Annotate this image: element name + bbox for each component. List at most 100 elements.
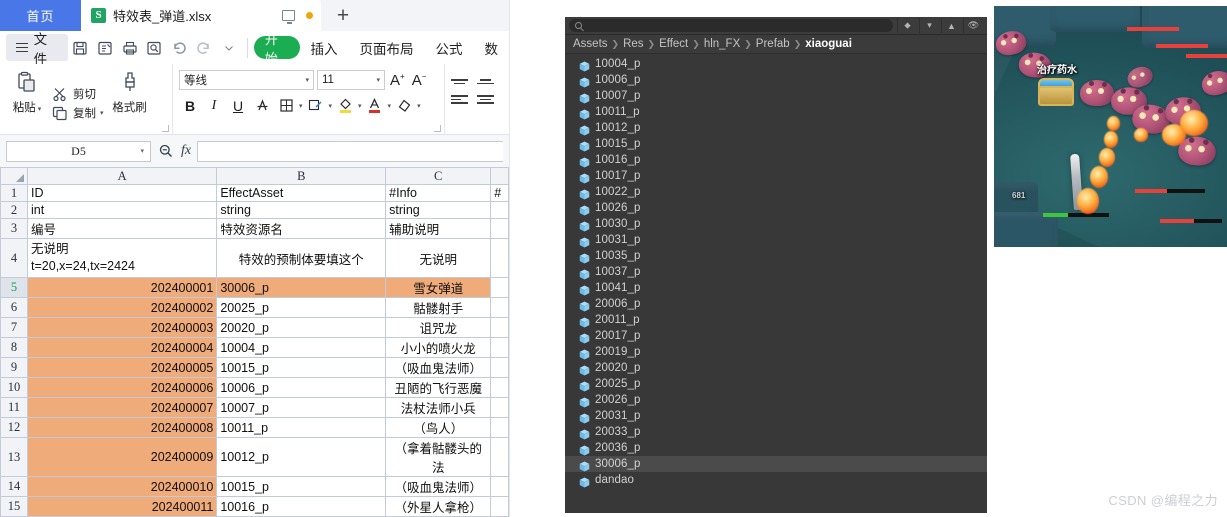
cell-c11[interactable]: 法杖法师小兵 bbox=[385, 397, 492, 418]
align-top-icon[interactable] bbox=[451, 75, 468, 88]
breadcrumb-xiaoguai[interactable]: xiaoguai bbox=[805, 38, 852, 50]
list-item[interactable]: 10012_p bbox=[565, 120, 987, 136]
cell-d1[interactable]: # bbox=[490, 184, 509, 202]
list-item[interactable]: 10041_p bbox=[565, 280, 987, 296]
font-dialog-launcher[interactable] bbox=[434, 125, 441, 132]
list-item[interactable]: 20020_p bbox=[565, 360, 987, 376]
cell-a2[interactable]: int bbox=[27, 201, 218, 219]
cell-b8[interactable]: 10004_p bbox=[216, 337, 387, 358]
breadcrumb-prefab[interactable]: Prefab bbox=[756, 38, 790, 50]
cell-c12[interactable]: （鸟人） bbox=[385, 417, 492, 438]
formula-input[interactable] bbox=[197, 140, 503, 162]
row-header-3[interactable]: 3 bbox=[0, 218, 29, 239]
list-item[interactable]: 20026_p bbox=[565, 392, 987, 408]
cell-a15[interactable]: 202400011 bbox=[27, 496, 218, 517]
cell-a1[interactable]: ID bbox=[27, 184, 218, 202]
layers-icon[interactable]: ▲ bbox=[941, 18, 961, 33]
align-left-icon[interactable] bbox=[451, 93, 468, 106]
select-all-corner[interactable] bbox=[0, 167, 29, 185]
cell-d8[interactable] bbox=[490, 337, 509, 358]
cell-b14[interactable]: 10015_p bbox=[216, 476, 387, 497]
clipboard-dialog-launcher[interactable] bbox=[162, 125, 169, 132]
row-header-8[interactable]: 8 bbox=[0, 337, 29, 358]
cell-d5[interactable] bbox=[490, 277, 509, 298]
paste-button[interactable]: 粘贴 ▾ bbox=[6, 68, 48, 135]
list-item[interactable]: 10022_p bbox=[565, 184, 987, 200]
column-header-b[interactable]: B bbox=[216, 167, 387, 185]
font-size-select[interactable]: 11 ▾ bbox=[317, 70, 385, 90]
file-menu-button[interactable]: 文件 bbox=[6, 32, 68, 67]
visibility-icon[interactable]: 👁 bbox=[963, 18, 983, 33]
print-icon[interactable] bbox=[118, 35, 141, 60]
list-item[interactable]: 10007_p bbox=[565, 88, 987, 104]
list-item[interactable]: 30006_p bbox=[565, 456, 987, 472]
column-header-d[interactable] bbox=[490, 167, 509, 185]
row-header-13[interactable]: 13 bbox=[0, 437, 29, 477]
breadcrumb-effect[interactable]: Effect bbox=[659, 38, 688, 50]
menu-item-page-layout[interactable]: 页面布局 bbox=[349, 38, 425, 58]
decrease-font-size-button[interactable]: A− bbox=[410, 72, 429, 89]
cell-d14[interactable] bbox=[490, 476, 509, 497]
filter-icon[interactable]: ⬥ bbox=[897, 18, 917, 33]
cut-button[interactable]: 剪切 bbox=[52, 86, 104, 102]
print-preview-icon[interactable] bbox=[143, 35, 166, 60]
underline-button[interactable]: U bbox=[227, 95, 249, 116]
copy-button[interactable]: 复制 ▾ bbox=[52, 105, 104, 121]
font-family-select[interactable]: 等线 ▾ bbox=[179, 70, 314, 90]
cell-b5[interactable]: 30006_p bbox=[216, 277, 387, 298]
list-item[interactable]: 20025_p bbox=[565, 376, 987, 392]
row-header-11[interactable]: 11 bbox=[0, 397, 29, 418]
save-as-icon[interactable] bbox=[94, 35, 117, 60]
cell-d4[interactable] bbox=[490, 238, 509, 278]
list-item[interactable]: 10026_p bbox=[565, 200, 987, 216]
cell-d7[interactable] bbox=[490, 317, 509, 338]
list-item[interactable]: 10017_p bbox=[565, 168, 987, 184]
list-item[interactable]: dandao bbox=[565, 472, 987, 488]
cell-b9[interactable]: 10015_p bbox=[216, 357, 387, 378]
row-header-5[interactable]: 5 bbox=[0, 277, 29, 298]
cell-c1[interactable]: #Info bbox=[385, 184, 492, 202]
increase-font-size-button[interactable]: A+ bbox=[388, 72, 407, 89]
list-item[interactable]: 20036_p bbox=[565, 440, 987, 456]
list-item[interactable]: 10011_p bbox=[565, 104, 987, 120]
name-box[interactable]: D5 ▾ bbox=[6, 140, 151, 162]
cell-a10[interactable]: 202400006 bbox=[27, 377, 218, 398]
unity-asset-list[interactable]: 10004_p 10006_p 10007_p 10011_p 10012_p 10015… bbox=[565, 54, 987, 513]
list-item[interactable]: 10037_p bbox=[565, 264, 987, 280]
breadcrumb-hln-fx[interactable]: hln_FX bbox=[704, 38, 740, 50]
cell-b1[interactable]: EffectAsset bbox=[216, 184, 387, 202]
list-item[interactable]: 10016_p bbox=[565, 152, 987, 168]
format-painter-button[interactable]: 格式刷 bbox=[104, 68, 156, 135]
cell-b3[interactable]: 特效资源名 bbox=[216, 218, 387, 239]
breadcrumb-res[interactable]: Res bbox=[623, 38, 643, 50]
cell-b12[interactable]: 10011_p bbox=[216, 417, 387, 438]
row-header-14[interactable]: 14 bbox=[0, 476, 29, 497]
fill-color-button[interactable] bbox=[334, 95, 356, 116]
cell-d6[interactable] bbox=[490, 297, 509, 318]
cell-d11[interactable] bbox=[490, 397, 509, 418]
row-header-4[interactable]: 4 bbox=[0, 238, 29, 278]
cell-c13[interactable]: （拿着骷髅头的法 bbox=[385, 437, 492, 477]
cell-a4[interactable]: 无说明 t=20,x=24,tx=2424 bbox=[27, 238, 218, 278]
list-item[interactable]: 20017_p bbox=[565, 328, 987, 344]
cell-d2[interactable] bbox=[490, 201, 509, 219]
cell-b7[interactable]: 20020_p bbox=[216, 317, 387, 338]
favorites-icon[interactable]: ▾ bbox=[919, 18, 939, 33]
cell-b15[interactable]: 10016_p bbox=[216, 496, 387, 517]
tab-home[interactable]: 首页 bbox=[0, 0, 81, 31]
cell-a11[interactable]: 202400007 bbox=[27, 397, 218, 418]
list-item[interactable]: 10030_p bbox=[565, 216, 987, 232]
cell-b6[interactable]: 20025_p bbox=[216, 297, 387, 318]
cell-d10[interactable] bbox=[490, 377, 509, 398]
cell-c6[interactable]: 骷髅射手 bbox=[385, 297, 492, 318]
cell-c2[interactable]: string bbox=[385, 201, 492, 219]
breadcrumb-assets[interactable]: Assets bbox=[573, 38, 608, 50]
undo-icon[interactable] bbox=[168, 35, 191, 60]
row-header-15[interactable]: 15 bbox=[0, 496, 29, 517]
cell-b10[interactable]: 10006_p bbox=[216, 377, 387, 398]
list-item[interactable]: 10035_p bbox=[565, 248, 987, 264]
list-item[interactable]: 20006_p bbox=[565, 296, 987, 312]
row-header-12[interactable]: 12 bbox=[0, 417, 29, 438]
zoom-out-icon[interactable] bbox=[157, 142, 175, 160]
clear-format-button[interactable] bbox=[393, 95, 415, 116]
